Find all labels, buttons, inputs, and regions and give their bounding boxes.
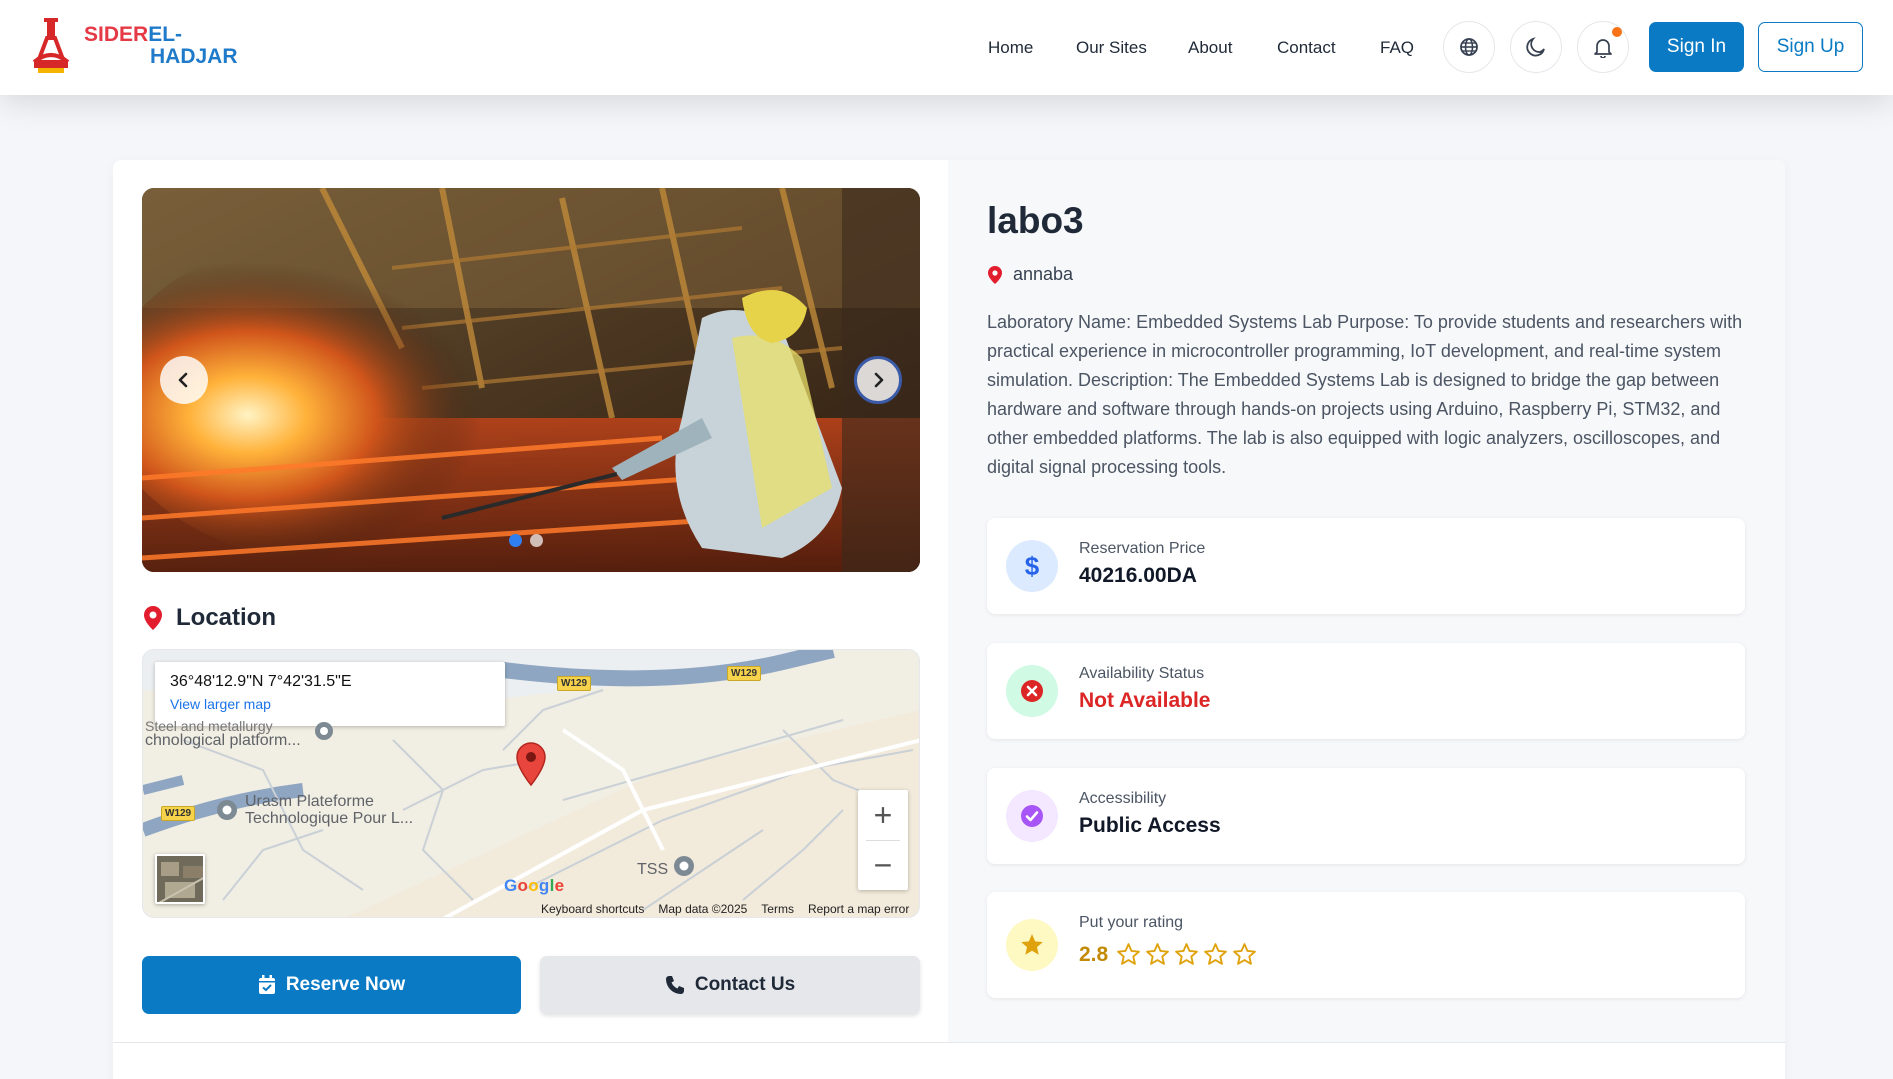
price-value: 40216.00DA <box>1079 564 1197 587</box>
map-pin-icon <box>988 265 1002 284</box>
chevron-left-icon <box>178 372 188 388</box>
lab-city: annaba <box>987 264 1073 285</box>
sign-up-button[interactable]: Sign Up <box>1758 22 1863 72</box>
star-icon[interactable] <box>1232 942 1257 967</box>
map-pin-marker-icon[interactable] <box>515 742 547 786</box>
map-info-card: 36°48'12.9"N 7°42'31.5"E View larger map <box>155 662 505 726</box>
star-icon[interactable] <box>1203 942 1228 967</box>
brand-name: SIDEREL- HADJAR <box>84 23 238 68</box>
dollar-icon: $ <box>1006 540 1058 592</box>
star-icon[interactable] <box>1116 942 1141 967</box>
map-place-label: chnological platform... <box>145 732 301 749</box>
carousel-dot-1[interactable] <box>509 534 522 547</box>
image-carousel[interactable] <box>142 188 920 572</box>
rating-value: 2.8 <box>1079 942 1109 966</box>
globe-icon <box>1460 38 1478 56</box>
notification-dot <box>1612 27 1622 37</box>
sign-in-button[interactable]: Sign In <box>1649 22 1744 72</box>
lab-photo <box>142 188 920 572</box>
accessibility-value: Public Access <box>1079 814 1221 837</box>
phone-icon <box>665 976 684 994</box>
contact-us-button[interactable]: Contact Us <box>540 956 920 1014</box>
theme-toggle-button[interactable] <box>1510 21 1562 73</box>
chevron-right-icon <box>874 372 884 388</box>
carousel-prev-button[interactable] <box>160 356 208 404</box>
report-map-error-link[interactable]: Report a map error <box>808 902 909 916</box>
google-logo: Google <box>504 876 565 895</box>
satellite-thumbnail-icon <box>157 856 203 902</box>
moon-icon <box>1526 37 1545 57</box>
carousel-dots <box>509 534 543 547</box>
calendar-check-icon <box>258 975 275 994</box>
zoom-divider <box>866 840 900 841</box>
top-navbar: SIDEREL- HADJAR Home Our Sites About Con… <box>0 0 1893 95</box>
rating-label: Put your rating <box>1079 914 1184 931</box>
notifications-button[interactable] <box>1577 21 1629 73</box>
location-heading: Location <box>142 604 276 632</box>
unavailable-icon <box>1006 665 1058 717</box>
star-icon[interactable] <box>1174 942 1199 967</box>
reserve-now-button[interactable]: Reserve Now <box>142 956 521 1014</box>
nav-our-sites[interactable]: Our Sites <box>1076 38 1147 58</box>
road-badge: W129 <box>161 806 196 821</box>
availability-card: Availability Status Not Available <box>987 643 1745 739</box>
embedded-map[interactable]: 36°48'12.9"N 7°42'31.5"E View larger map… <box>142 649 920 918</box>
star-rating-input[interactable] <box>1116 942 1257 967</box>
nav-about[interactable]: About <box>1188 38 1232 58</box>
rating-row: 2.8 <box>1079 942 1257 967</box>
language-button[interactable] <box>1443 21 1495 73</box>
place-marker-icon[interactable] <box>214 797 240 823</box>
nav-home[interactable]: Home <box>988 38 1033 58</box>
map-place-label: TSS <box>637 861 669 878</box>
lab-description: Laboratory Name: Embedded Systems Lab Pu… <box>987 312 1743 477</box>
terms-link[interactable]: Terms <box>761 902 794 916</box>
zoom-out-button[interactable]: − <box>858 840 908 890</box>
place-marker-icon[interactable] <box>313 720 335 742</box>
brand-logo[interactable]: SIDEREL- HADJAR <box>30 18 238 74</box>
keyboard-shortcuts-link[interactable]: Keyboard shortcuts <box>541 902 644 916</box>
nav-contact[interactable]: Contact <box>1277 38 1336 58</box>
map-coordinates: 36°48'12.9"N 7°42'31.5"E <box>170 673 352 690</box>
rating-card: Put your rating 2.8 <box>987 892 1745 998</box>
lab-title: labo3 <box>987 200 1084 241</box>
price-label: Reservation Price <box>1079 540 1206 557</box>
steel-tower-icon <box>30 18 72 74</box>
accessibility-label: Accessibility <box>1079 790 1167 807</box>
check-circle-icon <box>1006 790 1058 842</box>
star-badge-icon <box>1006 919 1058 971</box>
view-larger-map-link[interactable]: View larger map <box>170 696 490 712</box>
nav-faq[interactable]: FAQ <box>1380 38 1414 58</box>
zoom-in-button[interactable]: + <box>858 790 908 840</box>
availability-value: Not Available <box>1079 689 1211 712</box>
carousel-dot-2[interactable] <box>530 534 543 547</box>
map-place-label: Urasm Plateforme <box>245 793 374 810</box>
satellite-toggle-button[interactable] <box>155 854 205 904</box>
place-marker-icon[interactable] <box>671 853 697 879</box>
price-card: $ Reservation Price 40216.00DA <box>987 518 1745 614</box>
carousel-next-button[interactable] <box>854 356 902 404</box>
availability-label: Availability Status <box>1079 665 1205 682</box>
card-divider <box>113 1042 1785 1043</box>
road-badge: W129 <box>557 676 592 691</box>
bell-icon <box>1594 39 1612 58</box>
map-attribution: Keyboard shortcuts Map data ©2025 Terms … <box>541 902 909 916</box>
accessibility-card: Accessibility Public Access <box>987 768 1745 864</box>
road-badge: W129 <box>727 666 762 681</box>
map-data-text: Map data ©2025 <box>658 902 748 916</box>
map-place-label: Technologique Pour L... <box>245 810 414 827</box>
star-icon[interactable] <box>1145 942 1170 967</box>
map-pin-icon <box>144 606 162 630</box>
map-zoom-control: + − <box>858 790 908 890</box>
